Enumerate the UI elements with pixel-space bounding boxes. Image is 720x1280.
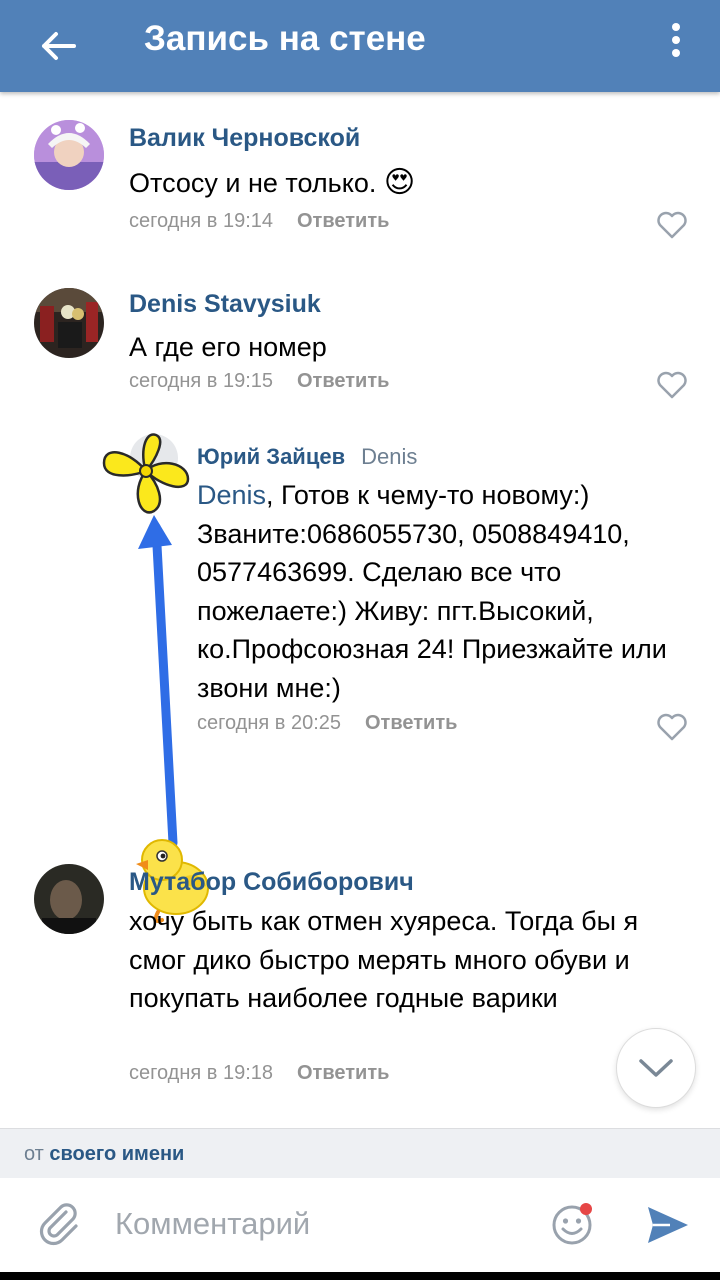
paperclip-icon[interactable] <box>36 1200 82 1246</box>
reply-button[interactable]: Ответить <box>297 370 389 392</box>
system-nav-edge <box>0 1272 720 1280</box>
comment-text: Отсосу и не только. 😍 <box>129 164 689 203</box>
heart-icon[interactable] <box>656 210 688 240</box>
arrow-left-icon <box>42 32 76 60</box>
reply-comment-item: Юрий Зайцев Denis Denis, Готов к чему-то … <box>0 422 720 923</box>
emoji-smile-icon[interactable] <box>549 1202 595 1248</box>
reply-to-name[interactable]: Denis <box>361 444 417 469</box>
heart-icon[interactable] <box>656 370 688 400</box>
arrow-up-drawing-icon <box>138 515 178 847</box>
app-screen: Запись на стене Валик Черновской Отсосу … <box>0 0 720 1280</box>
comment-item: Валик Черновской Отсосу и не только. 😍 с… <box>0 92 720 262</box>
chevron-down-icon <box>639 1059 673 1077</box>
avatar-image <box>34 288 104 358</box>
comment-text-body: Отсосу и не только. <box>129 168 377 198</box>
comment-input[interactable]: Комментарий <box>115 1206 310 1242</box>
more-vertical-icon <box>672 23 680 57</box>
comment-composer: Комментарий <box>0 1178 720 1272</box>
top-bar: Запись на стене <box>0 0 720 92</box>
heart-eyes-emoji: 😍 <box>383 166 416 199</box>
more-button[interactable] <box>656 12 696 68</box>
comment-time: сегодня в 19:14 <box>129 210 273 232</box>
reply-button[interactable]: Ответить <box>297 1062 389 1084</box>
comment-item: Мутабор Собиборович хочу быть как отмен … <box>0 832 720 1128</box>
post-as-label: от своего имени <box>24 1143 184 1166</box>
heart-icon[interactable] <box>656 712 688 742</box>
page-title: Запись на стене <box>144 19 426 58</box>
avatar[interactable] <box>34 120 104 190</box>
comment-time: сегодня в 20:25 <box>197 712 341 734</box>
comment-author[interactable]: Denis Stavysiuk <box>129 290 321 319</box>
avatar-image <box>34 120 104 190</box>
back-button[interactable] <box>30 18 86 74</box>
send-icon[interactable] <box>644 1202 690 1248</box>
comment-meta: сегодня в 20:25 Ответить <box>197 712 457 735</box>
comment-text-body: , Готов к чему-то новому:) Званите:06860… <box>197 480 667 703</box>
post-as-selector[interactable]: своего имени <box>49 1143 184 1165</box>
comment-author-name: Юрий Зайцев <box>197 444 346 469</box>
comment-meta: сегодня в 19:14 Ответить <box>129 210 389 233</box>
comment-text: А где его номер <box>129 332 327 362</box>
reply-button[interactable]: Ответить <box>297 210 389 232</box>
comment-meta: сегодня в 19:15 Ответить <box>129 370 389 393</box>
comment-text: Denis, Готов к чему-то новому:) Званите:… <box>197 476 677 707</box>
comment-meta: сегодня в 19:18 Ответить <box>129 1062 389 1085</box>
comment-time: сегодня в 19:18 <box>129 1062 273 1084</box>
comment-author[interactable]: Юрий Зайцев Denis <box>197 444 417 470</box>
comment-item: Denis Stavysiuk А где его номер сегодня … <box>0 262 720 422</box>
avatar[interactable] <box>34 864 104 934</box>
scroll-down-button[interactable] <box>616 1028 696 1108</box>
avatar[interactable] <box>34 288 104 358</box>
comment-author[interactable]: Мутабор Собиборович <box>129 868 414 897</box>
comments-list: Валик Черновской Отсосу и не только. 😍 с… <box>0 92 720 1128</box>
comment-text: хочу быть как отмен хуяреса. Тогда бы я … <box>129 906 639 1013</box>
reply-button[interactable]: Ответить <box>365 712 457 734</box>
avatar-image <box>34 864 104 934</box>
post-as-bar: от своего имени <box>0 1128 720 1178</box>
mention-link[interactable]: Denis <box>197 480 266 510</box>
post-as-prefix: от <box>24 1143 44 1165</box>
comment-time: сегодня в 19:15 <box>129 370 273 392</box>
comment-author[interactable]: Валик Черновской <box>129 124 360 153</box>
